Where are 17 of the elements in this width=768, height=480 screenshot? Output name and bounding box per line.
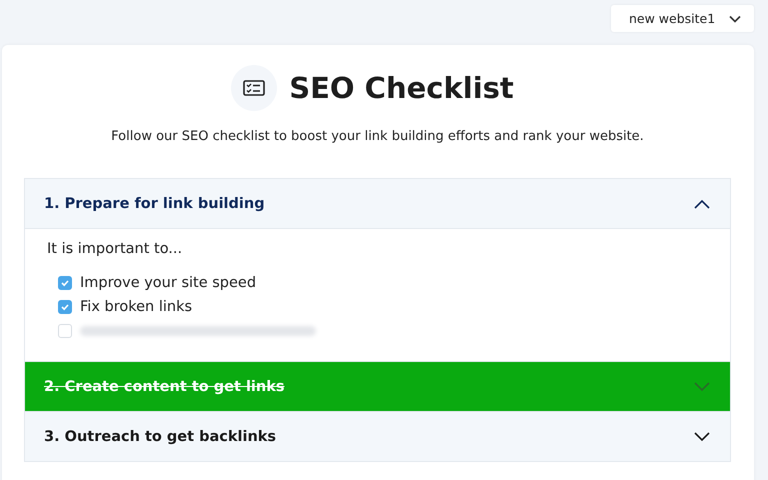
check-icon: [60, 278, 70, 288]
page-title: SEO Checklist: [289, 71, 514, 105]
page-subtitle: Follow our SEO checklist to boost your link building efforts and rank your website.: [110, 129, 645, 144]
checklist-icon: [243, 80, 266, 96]
checklist-item-label: Improve your site speed: [80, 275, 256, 291]
intro-text: It is important to...: [47, 241, 184, 257]
checklist-item-label: Fix broken links: [80, 299, 192, 315]
website-dropdown[interactable]: new website1: [611, 5, 754, 32]
chevron-icon: [694, 432, 710, 442]
section-header[interactable]: 3. Outreach to get backlinks: [25, 412, 730, 461]
checkbox[interactable]: [58, 276, 72, 290]
check-icon: [60, 302, 70, 312]
section-header[interactable]: 1. Prepare for link building: [25, 179, 730, 229]
checkbox[interactable]: [58, 300, 72, 314]
chevron-icon: [694, 198, 710, 208]
chevron-icon: [694, 382, 710, 392]
chevron-icon: [729, 14, 741, 22]
